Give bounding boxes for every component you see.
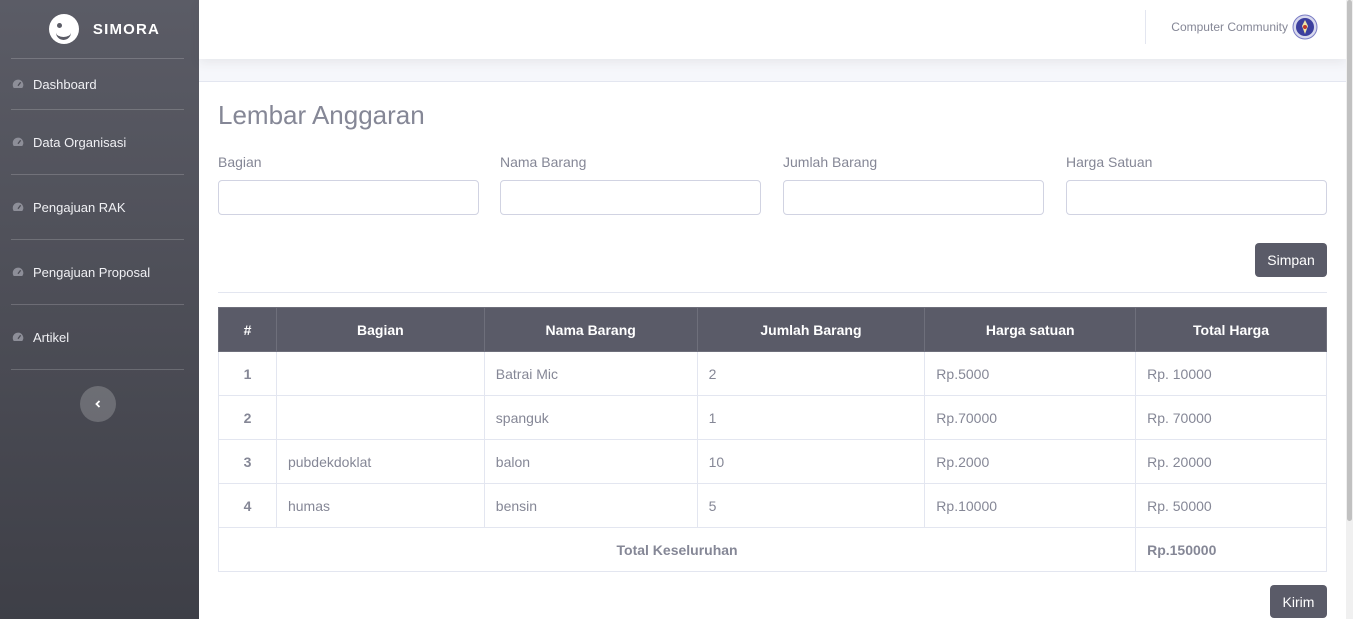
- harga-satuan-input[interactable]: [1066, 180, 1327, 215]
- bagian-input[interactable]: [218, 180, 479, 215]
- table-row: 2 spanguk 1 Rp.70000 Rp. 70000: [218, 395, 1327, 440]
- sidebar-item-data-organisasi[interactable]: Data Organisasi: [11, 110, 184, 175]
- gauge-icon: [12, 202, 24, 211]
- cell-bagian: pubdekdoklat: [275, 439, 485, 484]
- budget-table: # Bagian Nama Barang Jumlah Barang Harga…: [217, 307, 1327, 572]
- cell-nama-barang: spanguk: [483, 395, 698, 440]
- column-header: Bagian: [275, 307, 485, 352]
- column-header: Nama Barang: [483, 307, 698, 352]
- column-header: #: [218, 307, 277, 352]
- column-header: Jumlah Barang: [696, 307, 926, 352]
- topbar: Computer Community: [199, 0, 1346, 59]
- cell-total-harga: Rp. 70000: [1135, 395, 1327, 440]
- gauge-icon: [12, 137, 24, 146]
- bagian-label: Bagian: [218, 154, 262, 170]
- cell-harga-satuan: Rp.2000: [924, 439, 1137, 484]
- row-number: 3: [218, 439, 277, 484]
- cell-bagian: humas: [275, 483, 485, 528]
- brand[interactable]: SIMORA: [11, 0, 184, 59]
- cell-jumlah-barang: 1: [696, 395, 926, 440]
- divider: [218, 292, 1327, 293]
- table-row: 3 pubdekdoklat balon 10 Rp.2000 Rp. 2000…: [218, 439, 1327, 484]
- table-row: 4 humas bensin 5 Rp.10000 Rp. 50000: [218, 483, 1327, 528]
- cell-harga-satuan: Rp.70000: [924, 395, 1137, 440]
- page-title: Lembar Anggaran: [218, 100, 425, 130]
- row-number: 4: [218, 483, 277, 528]
- cell-bagian: [275, 351, 485, 396]
- table-total-row: Total Keseluruhan Rp.150000: [217, 527, 1327, 572]
- cell-total-harga: Rp. 10000: [1135, 351, 1327, 396]
- emblem-icon[interactable]: [1292, 14, 1318, 40]
- save-button[interactable]: Simpan: [1255, 243, 1327, 277]
- sidebar-toggle-button[interactable]: [80, 386, 116, 422]
- harga-satuan-label: Harga Satuan: [1066, 154, 1153, 170]
- column-header: Harga satuan: [924, 307, 1137, 352]
- scrollbar-thumb[interactable]: [1347, 0, 1352, 521]
- cell-total-harga: Rp. 20000: [1135, 439, 1327, 484]
- cell-nama-barang: Batrai Mic: [483, 351, 698, 396]
- form-group-jumlah-barang: Jumlah Barang: [783, 154, 1044, 215]
- jumlah-barang-input[interactable]: [783, 180, 1044, 215]
- budget-card: Lembar Anggaran Bagian Nama Barang Jumla…: [199, 81, 1346, 619]
- sidebar-item-dashboard[interactable]: Dashboard: [11, 59, 184, 110]
- chevron-left-icon: [95, 400, 101, 408]
- nama-barang-label: Nama Barang: [500, 154, 587, 170]
- table-header-row: # Bagian Nama Barang Jumlah Barang Harga…: [218, 307, 1327, 352]
- form-group-bagian: Bagian: [218, 154, 479, 215]
- form-group-nama-barang: Nama Barang: [500, 154, 761, 215]
- cell-nama-barang: bensin: [483, 483, 698, 528]
- jumlah-barang-label: Jumlah Barang: [783, 154, 878, 170]
- total-value: Rp.150000: [1135, 527, 1327, 572]
- cell-total-harga: Rp. 50000: [1135, 483, 1327, 528]
- cell-harga-satuan: Rp.5000: [924, 351, 1137, 396]
- row-number: 1: [218, 351, 277, 396]
- sidebar-item-label: Dashboard: [33, 76, 97, 92]
- sidebar-item-label: Pengajuan Proposal: [33, 264, 151, 280]
- page-scrollbar[interactable]: [1346, 0, 1353, 619]
- sidebar-item-pengajuan-rak[interactable]: Pengajuan RAK: [11, 175, 184, 240]
- total-label: Total Keseluruhan: [217, 527, 1137, 572]
- cell-jumlah-barang: 5: [696, 483, 926, 528]
- gauge-icon: [12, 267, 24, 276]
- sidebar-item-label: Artikel: [33, 329, 70, 345]
- table-row: 1 Batrai Mic 2 Rp.5000 Rp. 10000: [218, 351, 1327, 396]
- gauge-icon: [12, 79, 24, 88]
- topbar-divider: [1145, 10, 1146, 44]
- cell-harga-satuan: Rp.10000: [924, 483, 1137, 528]
- cell-jumlah-barang: 2: [696, 351, 926, 396]
- gauge-icon: [12, 332, 24, 341]
- send-button[interactable]: Kirim: [1270, 585, 1327, 618]
- brand-name: SIMORA: [92, 20, 161, 38]
- user-name[interactable]: Computer Community: [1171, 20, 1288, 34]
- cell-nama-barang: balon: [483, 439, 698, 484]
- sidebar: SIMORA Dashboard Data Organisasi Pengaju…: [0, 0, 199, 619]
- form-group-harga-satuan: Harga Satuan: [1066, 154, 1327, 215]
- cell-jumlah-barang: 10: [696, 439, 926, 484]
- cell-bagian: [275, 395, 485, 440]
- sidebar-item-label: Pengajuan RAK: [33, 199, 126, 215]
- row-number: 2: [218, 395, 277, 440]
- sidebar-item-artikel[interactable]: Artikel: [11, 305, 184, 370]
- column-header: Total Harga: [1135, 307, 1327, 352]
- sidebar-item-pengajuan-proposal[interactable]: Pengajuan Proposal: [11, 240, 184, 305]
- sidebar-item-label: Data Organisasi: [33, 134, 127, 150]
- nama-barang-input[interactable]: [500, 180, 761, 215]
- wink-face-icon: [48, 14, 79, 44]
